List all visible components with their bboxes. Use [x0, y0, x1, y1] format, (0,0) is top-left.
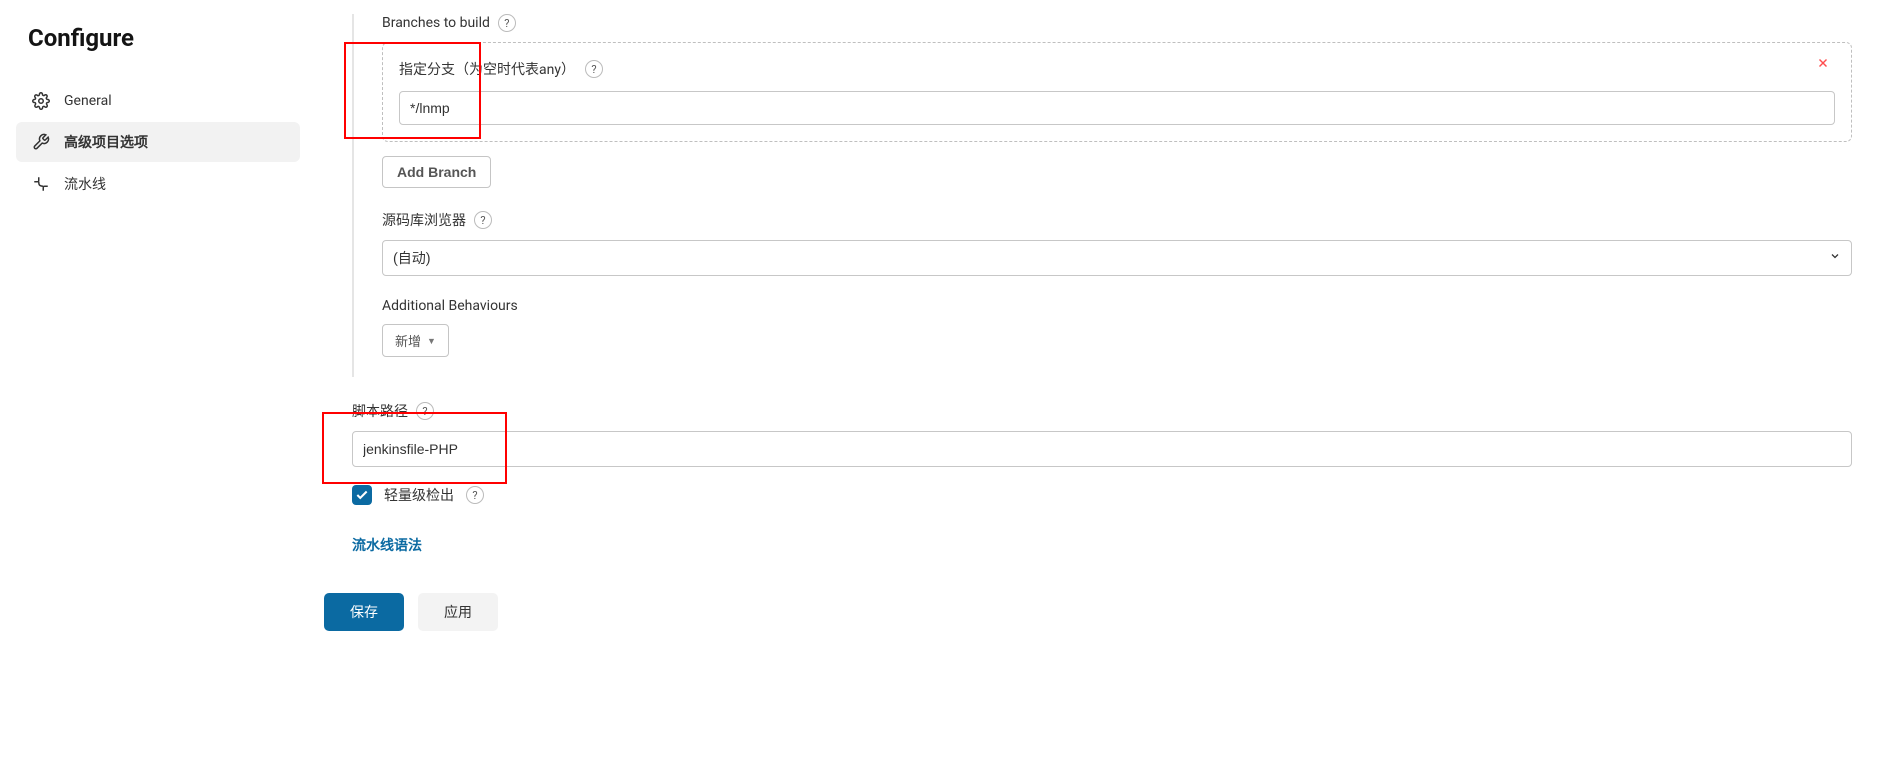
sidebar-item-label: 高级项目选项 [64, 132, 148, 152]
branch-spec-input[interactable] [399, 91, 1835, 125]
lightweight-checkout-label: 轻量级检出 [384, 485, 454, 505]
help-icon[interactable]: ? [585, 60, 603, 78]
add-behaviour-button[interactable]: 新增 ▼ [382, 324, 449, 357]
repo-browser-label: 源码库浏览器 ? [382, 210, 1852, 230]
sidebar-item-label: General [64, 93, 112, 109]
save-button[interactable]: 保存 [324, 593, 404, 631]
chevron-down-icon [1829, 250, 1841, 266]
sidebar-item-general[interactable]: General [16, 82, 300, 120]
wrench-icon [32, 133, 50, 151]
help-icon[interactable]: ? [498, 14, 516, 32]
branch-spec-sublabel: 指定分支（为空时代表any） ? [399, 59, 1835, 79]
sidebar: Configure General 高级项目选项 流水线 [16, 24, 300, 206]
help-icon[interactable]: ? [474, 211, 492, 229]
script-path-input[interactable] [352, 431, 1852, 467]
sidebar-item-label: 流水线 [64, 174, 106, 194]
lightweight-checkout-checkbox[interactable] [352, 485, 372, 505]
main-content: Branches to build ? 指定分支（为空时代表any） ? Add… [352, 0, 1852, 631]
branches-to-build-label: Branches to build ? [382, 14, 1852, 32]
add-branch-button[interactable]: Add Branch [382, 156, 491, 188]
branch-spec-box: 指定分支（为空时代表any） ? [382, 42, 1852, 142]
lightweight-checkout-row: 轻量级检出 ? [352, 485, 1852, 505]
gear-icon [32, 92, 50, 110]
pipeline-icon [32, 175, 50, 193]
caret-down-icon: ▼ [427, 336, 436, 346]
page-title: Configure [28, 24, 300, 52]
additional-behaviours-label: Additional Behaviours [382, 298, 1852, 314]
apply-button[interactable]: 应用 [418, 593, 498, 631]
script-path-label: 脚本路径 ? [352, 401, 1852, 421]
sidebar-item-advanced[interactable]: 高级项目选项 [16, 122, 300, 162]
repo-browser-select[interactable]: (自动) [382, 240, 1852, 276]
help-icon[interactable]: ? [466, 486, 484, 504]
pipeline-syntax-link[interactable]: 流水线语法 [352, 535, 422, 555]
help-icon[interactable]: ? [416, 402, 434, 420]
sidebar-item-pipeline[interactable]: 流水线 [16, 164, 300, 204]
bottom-buttons: 保存 应用 [324, 593, 1852, 631]
close-icon[interactable] [1813, 53, 1833, 73]
